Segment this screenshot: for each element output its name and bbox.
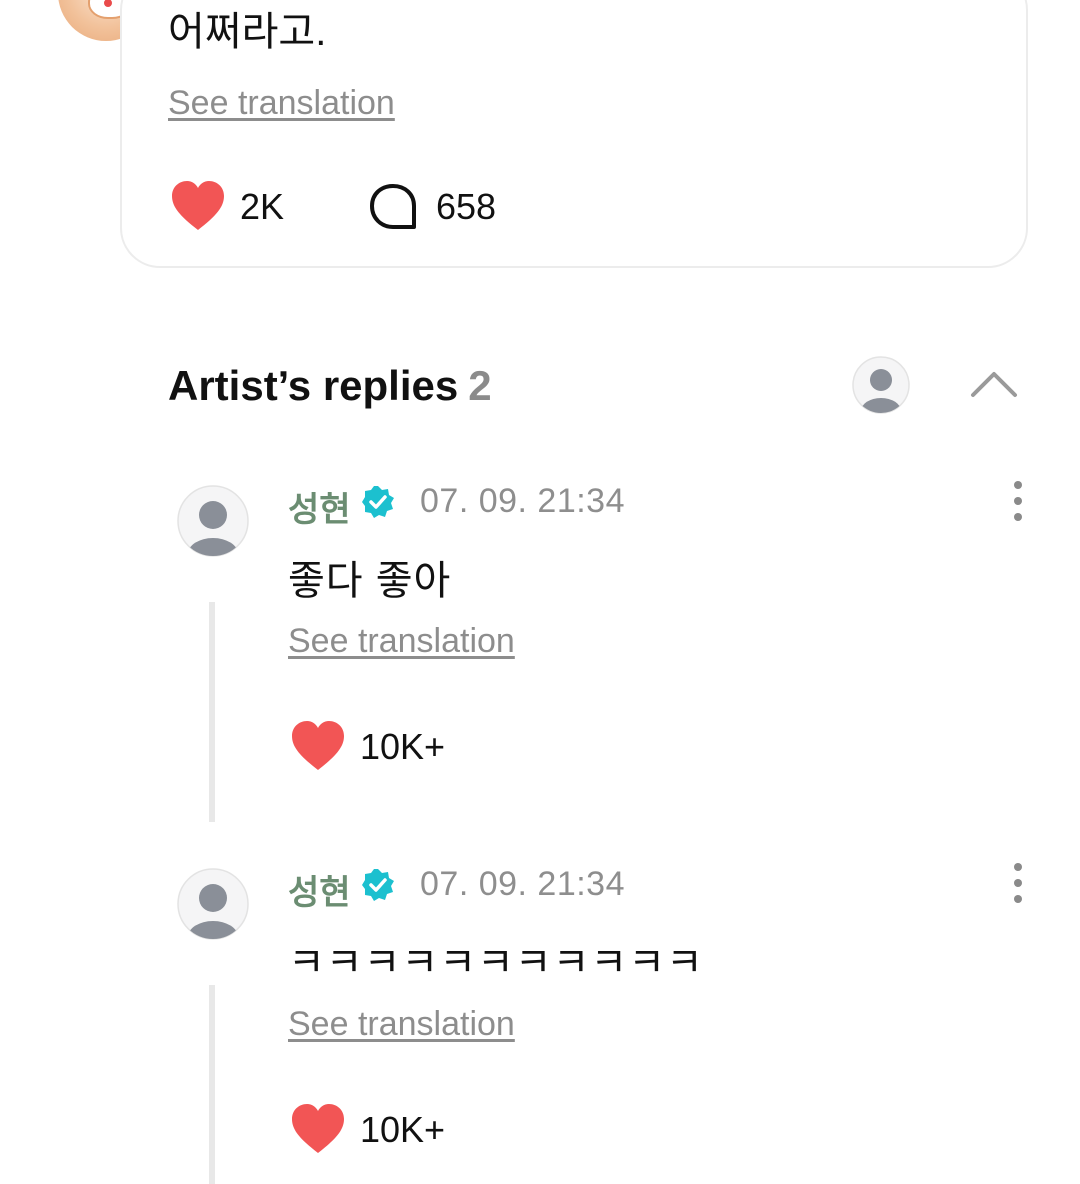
reply-like-count: 10K+: [360, 1109, 446, 1150]
artist-replies-label: Artist’s replies: [168, 362, 459, 409]
post-see-translation-link[interactable]: See translation: [168, 84, 395, 123]
post-comment-count: 658: [436, 186, 497, 227]
user-avatar-icon[interactable]: [852, 356, 910, 414]
artist-replies-count: 2: [468, 362, 492, 409]
heart-icon[interactable]: [170, 180, 226, 232]
reply-see-translation-link[interactable]: See translation: [288, 622, 515, 661]
post-text: 어쩌라고.: [168, 10, 327, 54]
verified-badge-icon: [362, 486, 394, 518]
reply-thread-line: [209, 985, 215, 1184]
post-like-count: 2K: [240, 186, 285, 227]
reply-timestamp: 07. 09. 21:34: [420, 865, 626, 903]
reply-text: ㅋㅋㅋㅋㅋㅋㅋㅋㅋㅋㅋ: [288, 941, 704, 985]
reply-author-name[interactable]: 성현: [288, 865, 351, 914]
reply-timestamp: 07. 09. 21:34: [420, 482, 626, 520]
comment-bubble-icon[interactable]: [368, 183, 418, 231]
verified-badge-icon: [362, 869, 394, 901]
reply-like-count: 10K+: [360, 726, 446, 767]
user-avatar-icon[interactable]: [177, 868, 249, 940]
artist-replies-title: Artist’s replies 2: [168, 362, 492, 410]
more-vertical-icon[interactable]: [1008, 480, 1028, 524]
heart-icon[interactable]: [290, 720, 346, 772]
reply-text: 좋다 좋아: [288, 559, 452, 603]
chevron-up-icon[interactable]: [968, 362, 1020, 402]
reply-author-name[interactable]: 성현: [288, 482, 351, 531]
user-avatar-icon[interactable]: [177, 485, 249, 557]
heart-icon[interactable]: [290, 1103, 346, 1155]
reply-see-translation-link[interactable]: See translation: [288, 1005, 515, 1044]
more-vertical-icon[interactable]: [1008, 862, 1028, 906]
reply-thread-line: [209, 602, 215, 822]
